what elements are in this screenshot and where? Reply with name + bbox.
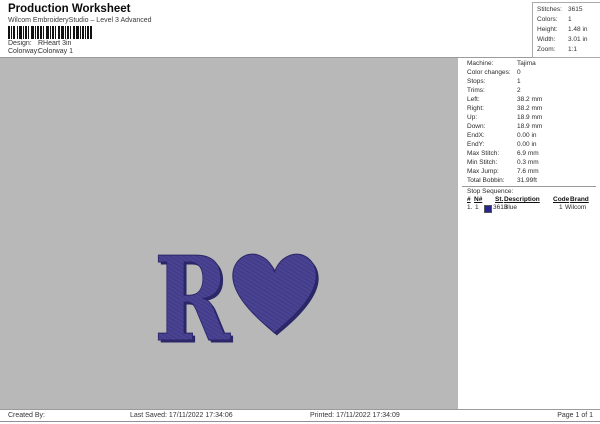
colorway-label: Colorway: xyxy=(8,48,40,55)
info-color-changes: Color changes: 0 xyxy=(467,69,521,76)
stat-stitches: Stitches: 3615 xyxy=(537,6,583,13)
page-number: Page 1 of 1 xyxy=(557,412,593,419)
barcode xyxy=(8,26,92,39)
app-subtitle: Wilcom EmbroideryStudio – Level 3 Advanc… xyxy=(8,17,152,24)
col-needle: N# xyxy=(474,196,483,203)
heart-shape xyxy=(232,253,317,334)
design-canvas: R R xyxy=(0,58,458,409)
info-up: Up: 18.9 mm xyxy=(467,114,543,121)
production-worksheet-page: Production Worksheet Wilcom EmbroiderySt… xyxy=(0,0,600,424)
colorway-value: Colorway 1 xyxy=(37,48,73,55)
stat-colors: Colors: 1 xyxy=(537,16,572,23)
info-down: Down: 18.9 mm xyxy=(467,123,543,130)
info-left: Left: 38.2 mm xyxy=(467,96,543,103)
embroidery-design: R R xyxy=(154,241,319,351)
row-brand: Wilcom xyxy=(565,204,587,211)
info-max-jump: Max Jump: 7.6 mm xyxy=(467,168,539,175)
stats-box: Stitches: 3615 Colors: 1 Height: 1.48 in Wi… xyxy=(532,2,600,58)
printed-text: Printed: 17/11/2022 17:34:09 xyxy=(310,412,400,419)
design-label: Design: xyxy=(8,40,32,47)
stop-sequence-title: Stop Sequence: xyxy=(467,188,514,195)
header: Production Worksheet Wilcom EmbroiderySt… xyxy=(0,0,600,58)
last-saved-text: Last Saved: 17/11/2022 17:34:06 xyxy=(130,412,233,419)
col-brand: Brand xyxy=(570,196,589,203)
info-endx: EndX: 0.00 in xyxy=(467,132,537,139)
design-row: Design: RHeart 3in xyxy=(8,40,71,47)
col-st: St. xyxy=(495,196,504,203)
stat-width: Width: 3.01 in xyxy=(537,36,588,43)
colorway-row: Colorway: Colorway 1 xyxy=(8,48,73,55)
row-needle: 1 xyxy=(475,204,479,211)
footer: Created By: Last Saved: 17/11/2022 17:34… xyxy=(0,409,600,422)
col-code: Code xyxy=(553,196,570,203)
stat-zoom: Zoom: 1:1 xyxy=(537,46,578,53)
info-panel: Machine: Tajima Color changes: 0 Stops: 1 T… xyxy=(458,58,600,409)
info-right: Right: 38.2 mm xyxy=(467,105,543,112)
thread-color-swatch xyxy=(484,205,492,213)
info-machine: Machine: Tajima xyxy=(467,60,536,67)
machine-info: Machine: Tajima Color changes: 0 Stops: 1 T… xyxy=(467,59,542,185)
design-value: RHeart 3in xyxy=(37,40,72,47)
info-stops: Stops: 1 xyxy=(467,78,521,85)
row-code: 1 xyxy=(559,204,563,211)
page-title: Production Worksheet xyxy=(8,3,131,15)
info-max-stitch: Max Stitch: 6.9 mm xyxy=(467,150,539,157)
created-by-label: Created By: xyxy=(8,412,45,419)
col-description: Description xyxy=(504,196,540,203)
info-total-bobbin: Total Bobbin: 31.99ft xyxy=(467,177,537,184)
info-min-stitch: Min Stitch: 0.3 mm xyxy=(467,159,539,166)
info-endy: EndY: 0.00 in xyxy=(467,141,537,148)
stat-height: Height: 1.48 in xyxy=(537,26,588,33)
stop-sequence-divider xyxy=(462,186,596,187)
info-trims: Trims: 2 xyxy=(467,87,521,94)
row-description: Blue xyxy=(504,204,518,211)
row-seq: 1. xyxy=(467,204,473,211)
letter-r: R xyxy=(154,241,231,351)
col-seq: # xyxy=(467,196,471,203)
